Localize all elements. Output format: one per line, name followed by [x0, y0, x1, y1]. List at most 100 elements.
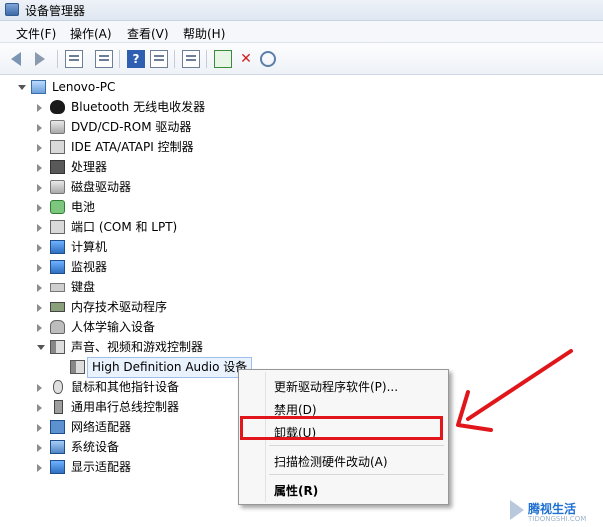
expand-icon[interactable] — [37, 264, 42, 272]
port-icon — [50, 220, 65, 234]
details-icon[interactable] — [150, 50, 168, 68]
toolbar-separator — [57, 50, 58, 68]
collapse-icon[interactable] — [37, 345, 45, 350]
tree-item[interactable]: 显示适配器 — [37, 458, 237, 477]
expand-icon[interactable] — [37, 304, 42, 312]
ide-controller-icon — [50, 140, 65, 154]
expand-icon[interactable] — [37, 424, 42, 432]
usb-icon — [54, 400, 63, 414]
tree-item[interactable]: 声音、视频和游戏控制器 — [37, 338, 287, 357]
expand-icon[interactable] — [37, 284, 42, 292]
expand-icon[interactable] — [37, 224, 42, 232]
menu-help[interactable]: 帮助(H) — [183, 25, 225, 42]
disk-drive-icon — [50, 180, 65, 194]
expand-icon[interactable] — [37, 144, 42, 152]
tree-item-label: Bluetooth 无线电收发器 — [71, 100, 206, 114]
highlight-box — [240, 416, 443, 440]
menu-separator — [269, 445, 444, 446]
monitor-icon — [50, 260, 65, 274]
menu-file[interactable]: 文件(F) — [16, 25, 56, 42]
speaker-icon — [50, 340, 65, 354]
menu-scan-hardware[interactable]: 扫描检测硬件改动(A) — [274, 453, 388, 470]
update-driver-icon[interactable] — [214, 50, 232, 68]
disable-device-icon[interactable]: ✕ — [237, 50, 255, 68]
menu-separator — [269, 474, 444, 475]
hid-icon — [50, 320, 65, 334]
expand-icon[interactable] — [37, 164, 42, 172]
tree-item[interactable]: 监视器 — [37, 258, 287, 277]
tree-item[interactable]: 通用串行总线控制器 — [37, 398, 237, 417]
computer-icon — [50, 240, 65, 254]
tree-item-selected[interactable]: High Definition Audio 设备 — [57, 357, 257, 378]
expand-icon[interactable] — [37, 104, 42, 112]
tree-item-label: 网络适配器 — [71, 420, 132, 434]
bluetooth-icon — [50, 100, 65, 114]
tree-item[interactable]: 端口 (COM 和 LPT) — [37, 218, 287, 237]
toolbar: ? ✕ — [0, 43, 603, 75]
expand-icon[interactable] — [37, 384, 42, 392]
properties-icon[interactable] — [65, 50, 83, 68]
watermark-subtext: TIDONGSHI.COM — [528, 515, 587, 523]
tree-item[interactable]: 电池 — [37, 198, 287, 217]
watermark: 腾视生活 TIDONGSHI.COM — [508, 494, 603, 527]
tree-item[interactable]: 处理器 — [37, 158, 287, 177]
tree-item-label: IDE ATA/ATAPI 控制器 — [71, 140, 194, 154]
menu-properties[interactable]: 属性(R) — [274, 482, 318, 499]
tree-item[interactable]: DVD/CD-ROM 驱动器 — [37, 118, 287, 137]
watermark-logo-icon — [510, 500, 524, 520]
tree-item[interactable]: 磁盘驱动器 — [37, 178, 287, 197]
tree-item-label: DVD/CD-ROM 驱动器 — [71, 120, 192, 134]
tree-item[interactable]: 键盘 — [37, 278, 287, 297]
tree-item-label: 计算机 — [71, 240, 108, 254]
tree-item[interactable]: 内存技术驱动程序 — [37, 298, 287, 317]
speaker-icon — [70, 360, 85, 374]
tree-item-label: High Definition Audio 设备 — [87, 357, 253, 378]
toolbar-separator — [119, 50, 120, 68]
expand-icon[interactable] — [37, 244, 42, 252]
display-adapter-icon — [50, 460, 65, 474]
system-device-icon — [50, 440, 65, 454]
expand-icon[interactable] — [37, 444, 42, 452]
collapse-icon[interactable] — [18, 85, 26, 90]
tree-item[interactable]: 计算机 — [37, 238, 287, 257]
tree-item-label: 鼠标和其他指针设备 — [71, 380, 180, 394]
tree-item[interactable]: 鼠标和其他指针设备 — [37, 378, 237, 397]
tree-item[interactable]: 网络适配器 — [37, 418, 237, 437]
tree-root[interactable]: Lenovo-PC — [18, 78, 218, 97]
expand-icon[interactable] — [37, 324, 42, 332]
expand-icon[interactable] — [37, 204, 42, 212]
tree-item[interactable]: IDE ATA/ATAPI 控制器 — [37, 138, 287, 157]
back-arrow-icon[interactable] — [11, 52, 21, 66]
title-bar: 设备管理器 — [0, 0, 603, 21]
tree-item[interactable]: 人体学输入设备 — [37, 318, 287, 337]
toolbar-separator — [206, 50, 207, 68]
expand-icon[interactable] — [37, 124, 42, 132]
menu-view[interactable]: 查看(V) — [127, 25, 169, 42]
list-view-icon[interactable] — [95, 50, 113, 68]
tree-item[interactable]: 系统设备 — [37, 438, 237, 457]
tree-item-label: 键盘 — [71, 280, 96, 294]
tree-item[interactable]: Bluetooth 无线电收发器 — [37, 98, 287, 117]
network-icon — [50, 420, 65, 434]
tree-item-label: 人体学输入设备 — [71, 320, 156, 334]
tree-item-label: 声音、视频和游戏控制器 — [71, 340, 204, 354]
window-title: 设备管理器 — [25, 4, 86, 18]
memory-icon — [50, 302, 65, 312]
tree-item-label: 磁盘驱动器 — [71, 180, 132, 194]
help-icon[interactable]: ? — [127, 50, 145, 68]
expand-icon[interactable] — [37, 404, 42, 412]
tree-item-label: 处理器 — [71, 160, 108, 174]
tree-item-label: 显示适配器 — [71, 460, 132, 474]
device-manager-icon — [5, 3, 19, 16]
uninstall-device-icon[interactable] — [260, 51, 276, 67]
menu-update-driver[interactable]: 更新驱动程序软件(P)... — [274, 378, 398, 395]
expand-icon[interactable] — [37, 184, 42, 192]
expand-icon[interactable] — [37, 464, 42, 472]
tree-item-label: 电池 — [71, 200, 96, 214]
tree-item-label: 端口 (COM 和 LPT) — [71, 220, 178, 234]
forward-arrow-icon[interactable] — [35, 52, 45, 66]
scan-hardware-icon[interactable] — [182, 50, 200, 68]
tree-item-label: 系统设备 — [71, 440, 120, 454]
battery-icon — [50, 200, 65, 214]
menu-action[interactable]: 操作(A) — [70, 25, 112, 42]
